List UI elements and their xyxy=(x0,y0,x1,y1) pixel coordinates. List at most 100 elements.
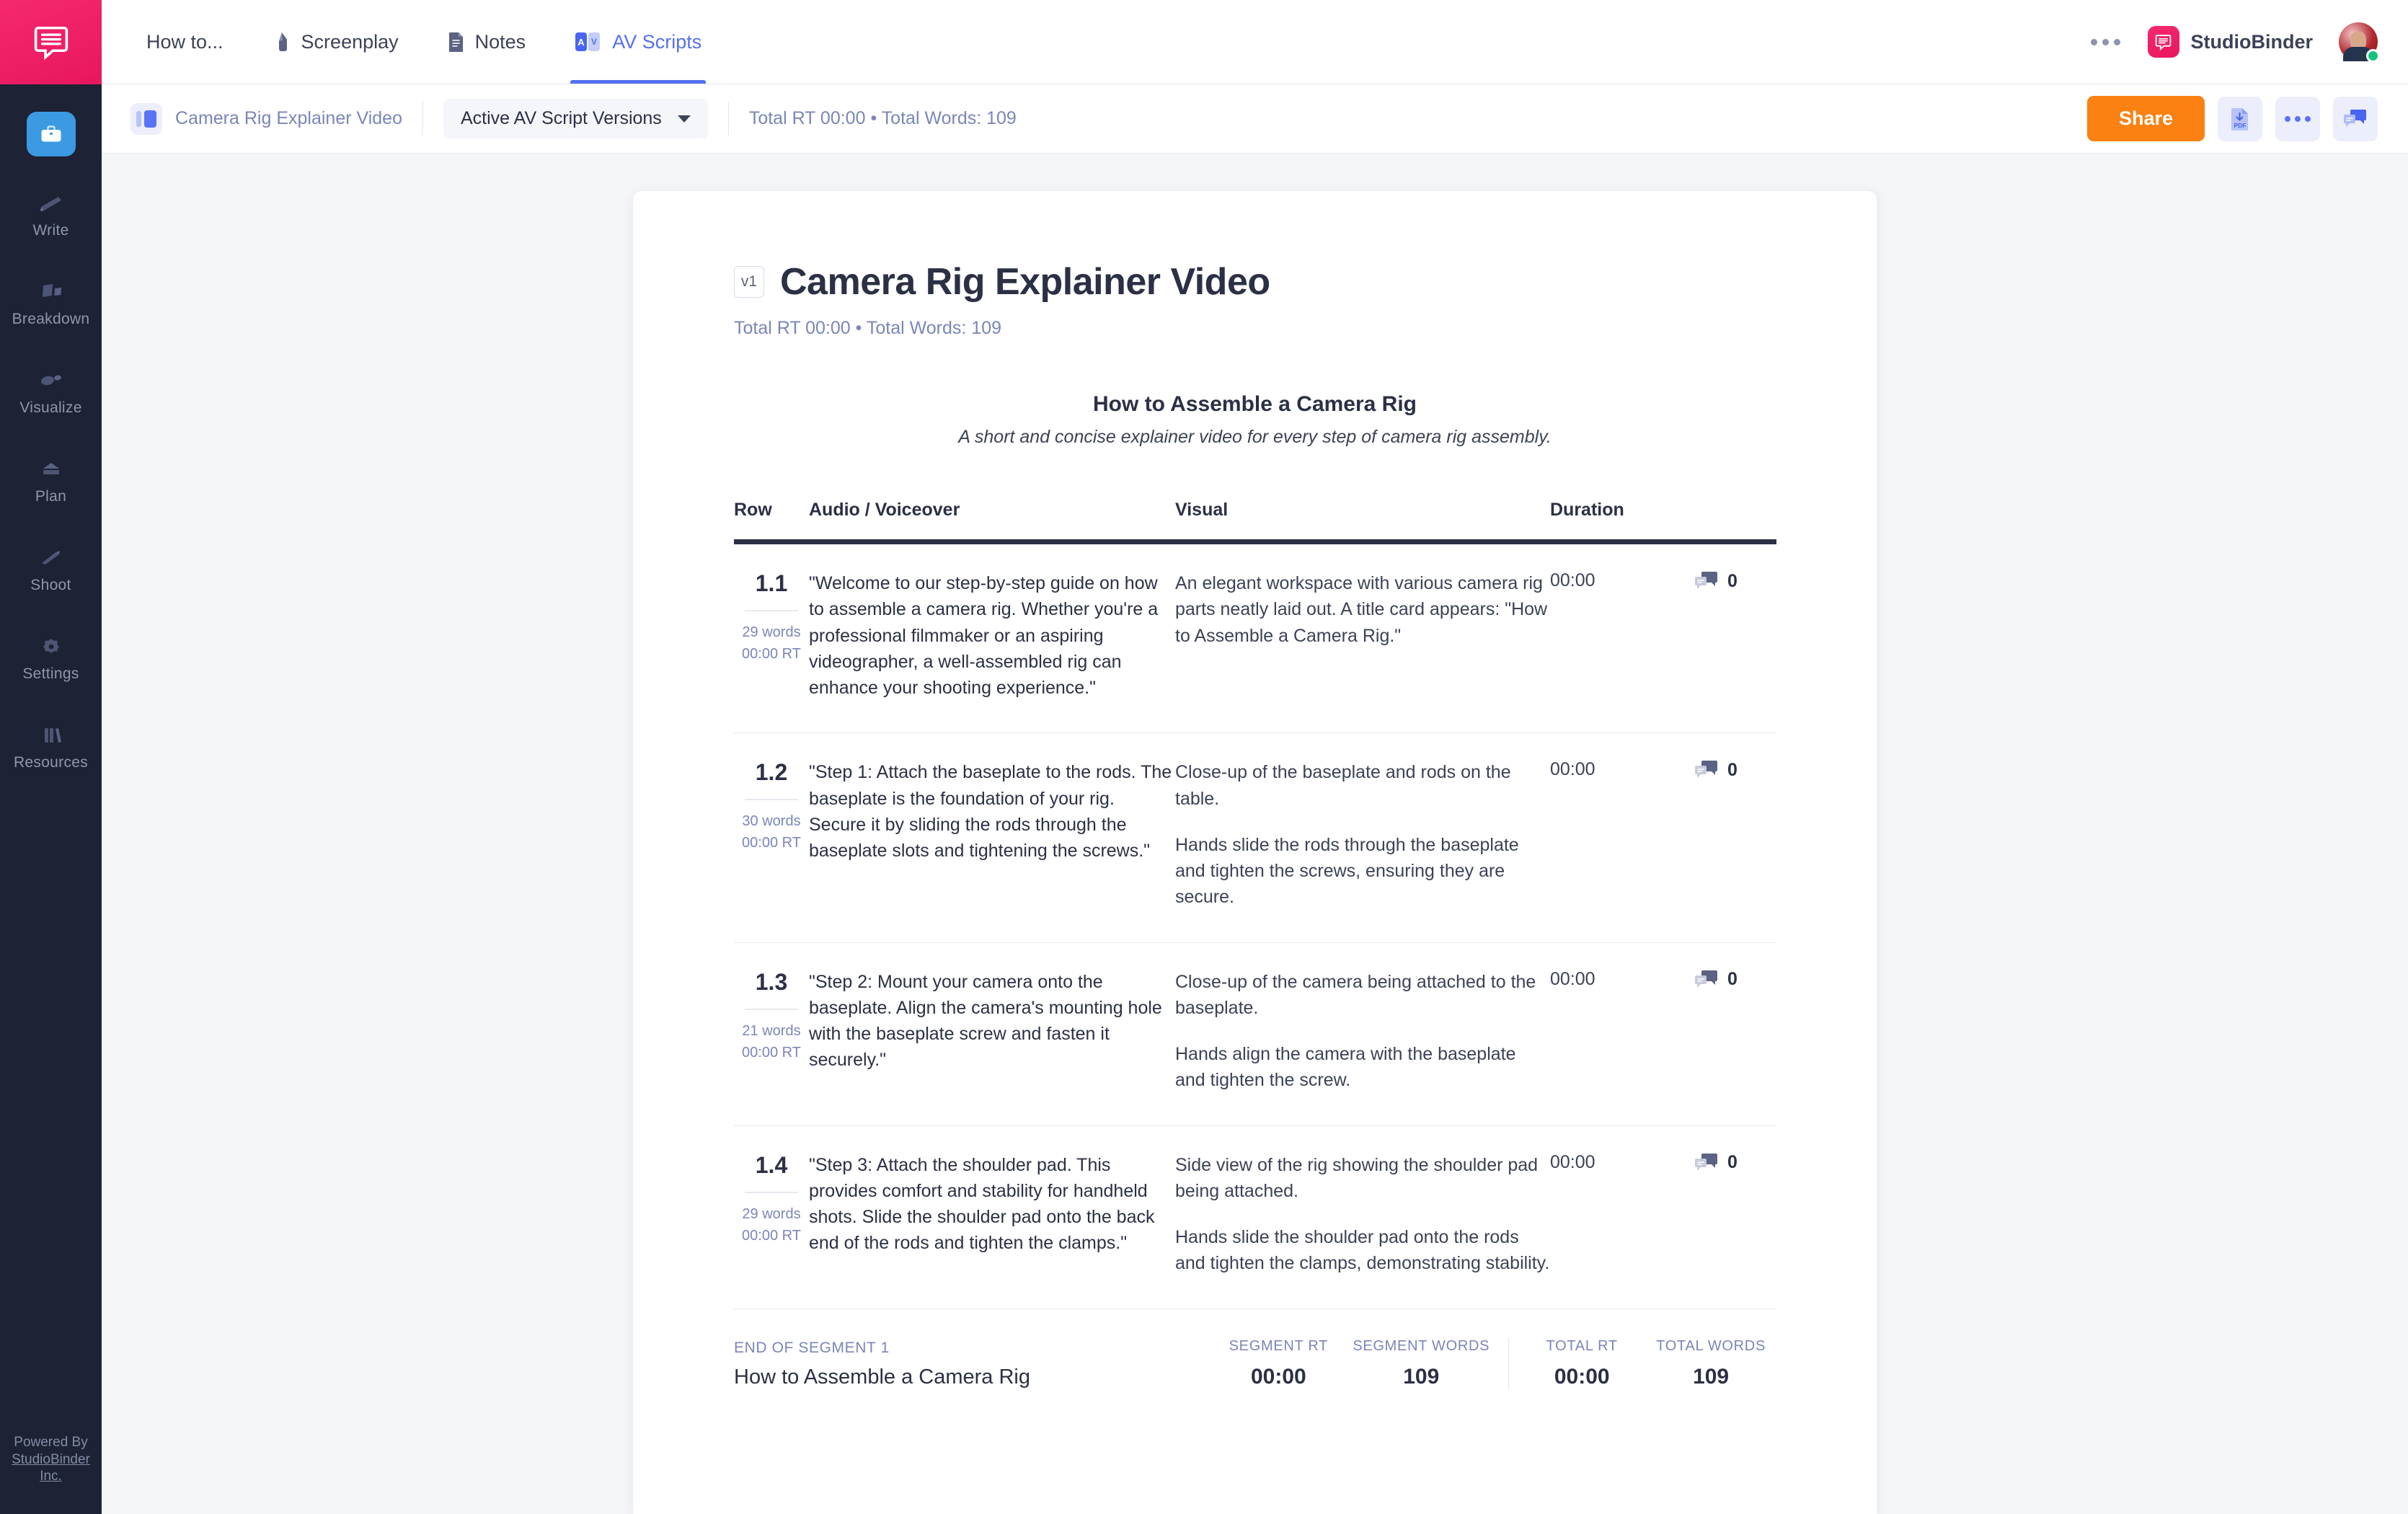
table-row[interactable]: 1.4 29 words 00:00 RT "Step 3: Attach th… xyxy=(734,1125,1776,1309)
shapes-icon xyxy=(37,364,66,393)
share-button[interactable]: Share xyxy=(2086,96,2205,141)
row-comments-button[interactable]: 0 xyxy=(1694,1152,1776,1174)
svg-text:PDF: PDF xyxy=(2234,122,2247,129)
download-pdf-icon: PDF xyxy=(2231,107,2248,130)
audio-cell[interactable]: "Step 2: Mount your camera onto the base… xyxy=(809,942,1175,1126)
version-select[interactable]: Active AV Script Versions xyxy=(443,99,708,138)
sidebar-item-plan[interactable]: Plan xyxy=(0,453,102,505)
row-number-cell: 1.1 29 words 00:00 RT xyxy=(734,541,809,734)
document-subtitle: Total RT 00:00 • Total Words: 109 xyxy=(734,318,1002,338)
breadcrumb[interactable]: Camera Rig Explainer Video xyxy=(130,102,402,135)
stat-label: TOTAL RT xyxy=(1546,1337,1618,1354)
sidebar-item-label: Write xyxy=(32,222,69,239)
sidebar-item-visualize[interactable]: Visualize xyxy=(0,364,102,417)
powered-by-line2[interactable]: StudioBinder Inc. xyxy=(0,1451,102,1486)
row-number-cell: 1.3 21 words 00:00 RT xyxy=(734,942,809,1126)
row-runtime: 00:00 RT xyxy=(742,835,801,851)
studiobinder-mark-icon xyxy=(2147,26,2179,58)
duration-cell[interactable]: 00:00 xyxy=(1550,1125,1694,1309)
sidebar-item-label: Shoot xyxy=(30,577,71,593)
columns-icon xyxy=(130,102,162,135)
tab-label: Screenplay xyxy=(301,30,399,53)
comments-icon xyxy=(2344,109,2366,127)
ellipsis-icon[interactable] xyxy=(2086,22,2126,62)
visual-cell[interactable]: An elegant workspace with various camera… xyxy=(1175,541,1550,734)
more-options-button[interactable] xyxy=(2275,96,2320,141)
row-word-count: 30 words xyxy=(742,813,801,830)
stat-value: 00:00 xyxy=(1250,1364,1306,1389)
stat-label: SEGMENT WORDS xyxy=(1353,1337,1490,1354)
sidebar-item-settings[interactable]: Settings xyxy=(0,630,102,683)
studiobinder-chat-logo-icon xyxy=(34,26,68,60)
version-select-label: Active AV Script Versions xyxy=(460,108,662,128)
version-badge[interactable]: v1 xyxy=(734,266,764,298)
sidebar-item-resources[interactable]: Resources xyxy=(0,719,102,771)
sidebar-item-breakdown[interactable]: Breakdown xyxy=(0,275,102,328)
document-icon xyxy=(448,31,465,53)
table-row[interactable]: 1.2 30 words 00:00 RT "Step 1: Attach th… xyxy=(734,732,1776,943)
download-pdf-button[interactable]: PDF xyxy=(2218,96,2262,141)
row-comments-button[interactable]: 0 xyxy=(1694,759,1776,781)
audio-cell[interactable]: "Step 3: Attach the shoulder pad. This p… xyxy=(809,1125,1175,1309)
row-comments-button[interactable]: 0 xyxy=(1694,969,1776,991)
comments-icon xyxy=(1695,970,1717,988)
cards-icon xyxy=(37,275,66,304)
tab-notes[interactable]: Notes xyxy=(423,0,551,84)
comment-count: 0 xyxy=(1727,570,1738,591)
tab-how-to[interactable]: How to... xyxy=(102,0,248,84)
table-body: 1.1 29 words 00:00 RT "Welcome to our st… xyxy=(734,541,1776,1309)
workspace-brand[interactable]: StudioBinder xyxy=(2147,26,2313,58)
row-word-count: 29 words xyxy=(742,624,801,640)
row-number: 1.3 xyxy=(755,968,788,995)
tab-screenplay[interactable]: Screenplay xyxy=(248,0,423,84)
books-icon xyxy=(37,719,66,748)
segment-words-stat: SEGMENT WORDS 109 xyxy=(1342,1338,1500,1389)
status-badge xyxy=(2366,49,2380,63)
segment-totals: END OF SEGMENT 1 How to Assemble a Camer… xyxy=(734,1309,1776,1422)
comment-count: 0 xyxy=(1727,759,1738,780)
briefcase-icon xyxy=(41,125,61,142)
svg-text:V: V xyxy=(591,37,597,47)
tab-label: How to... xyxy=(146,30,223,53)
table-row[interactable]: 1.1 29 words 00:00 RT "Welcome to our st… xyxy=(734,541,1776,734)
row-word-count: 21 words xyxy=(742,1022,801,1039)
left-nav-rail: Write Breakdown Visualize Plan Shoot Set… xyxy=(0,0,102,1514)
visual-cell[interactable]: Side view of the rig showing the shoulde… xyxy=(1175,1125,1550,1309)
segment-end-info: END OF SEGMENT 1 How to Assemble a Camer… xyxy=(734,1340,1214,1389)
page-title[interactable]: Camera Rig Explainer Video xyxy=(780,260,1270,304)
duration-cell[interactable]: 00:00 xyxy=(1550,732,1694,943)
sidebar-item-write[interactable]: Write xyxy=(0,187,102,239)
column-header-visual: Visual xyxy=(1175,500,1550,544)
audio-cell[interactable]: "Step 1: Attach the baseplate to the rod… xyxy=(809,732,1175,943)
row-number: 1.2 xyxy=(755,759,788,786)
topbar-right-group: StudioBinder xyxy=(2086,0,2408,84)
table-row[interactable]: 1.3 21 words 00:00 RT "Step 2: Mount you… xyxy=(734,942,1776,1126)
segment-description[interactable]: A short and concise explainer video for … xyxy=(734,427,1776,448)
visual-cell[interactable]: Close-up of the camera being attached to… xyxy=(1175,942,1550,1126)
top-tab-bar: How to... Screenplay Notes A V AV Script… xyxy=(102,0,2408,84)
av-script-table: Row Audio / Voiceover Visual Duration 1.… xyxy=(734,500,1776,1309)
comments-panel-button[interactable] xyxy=(2333,96,2378,141)
tab-av-scripts[interactable]: A V AV Scripts xyxy=(550,0,726,84)
duration-cell[interactable]: 00:00 xyxy=(1550,942,1694,1126)
avatar[interactable] xyxy=(2339,22,2380,63)
powered-by-line1: Powered By xyxy=(14,1434,88,1450)
segment-title[interactable]: How to Assemble a Camera Rig xyxy=(734,392,1776,417)
studiobinder-logo[interactable] xyxy=(0,0,102,84)
duration-cell[interactable]: 00:00 xyxy=(1550,541,1694,734)
totals-group: SEGMENT RT 00:00 SEGMENT WORDS 109 TOTAL… xyxy=(1214,1337,1776,1389)
stat-label: SEGMENT RT xyxy=(1229,1337,1329,1354)
comments-icon xyxy=(1695,761,1717,779)
tab-label: Notes xyxy=(474,30,526,53)
row-comments-button[interactable]: 0 xyxy=(1694,570,1776,592)
rail-item-projects[interactable] xyxy=(26,112,76,156)
audio-cell[interactable]: "Welcome to our step-by-step guide on ho… xyxy=(809,541,1175,734)
row-number-cell: 1.2 30 words 00:00 RT xyxy=(734,732,809,943)
row-divider xyxy=(745,799,798,801)
sidebar-item-shoot[interactable]: Shoot xyxy=(0,541,102,594)
stat-value: 109 xyxy=(1403,1364,1440,1389)
comments-cell: 0 xyxy=(1694,1125,1776,1309)
stat-value: 109 xyxy=(1693,1364,1730,1389)
visual-paragraph: Side view of the rig showing the shoulde… xyxy=(1175,1154,1539,1201)
visual-cell[interactable]: Close-up of the baseplate and rods on th… xyxy=(1175,732,1550,943)
